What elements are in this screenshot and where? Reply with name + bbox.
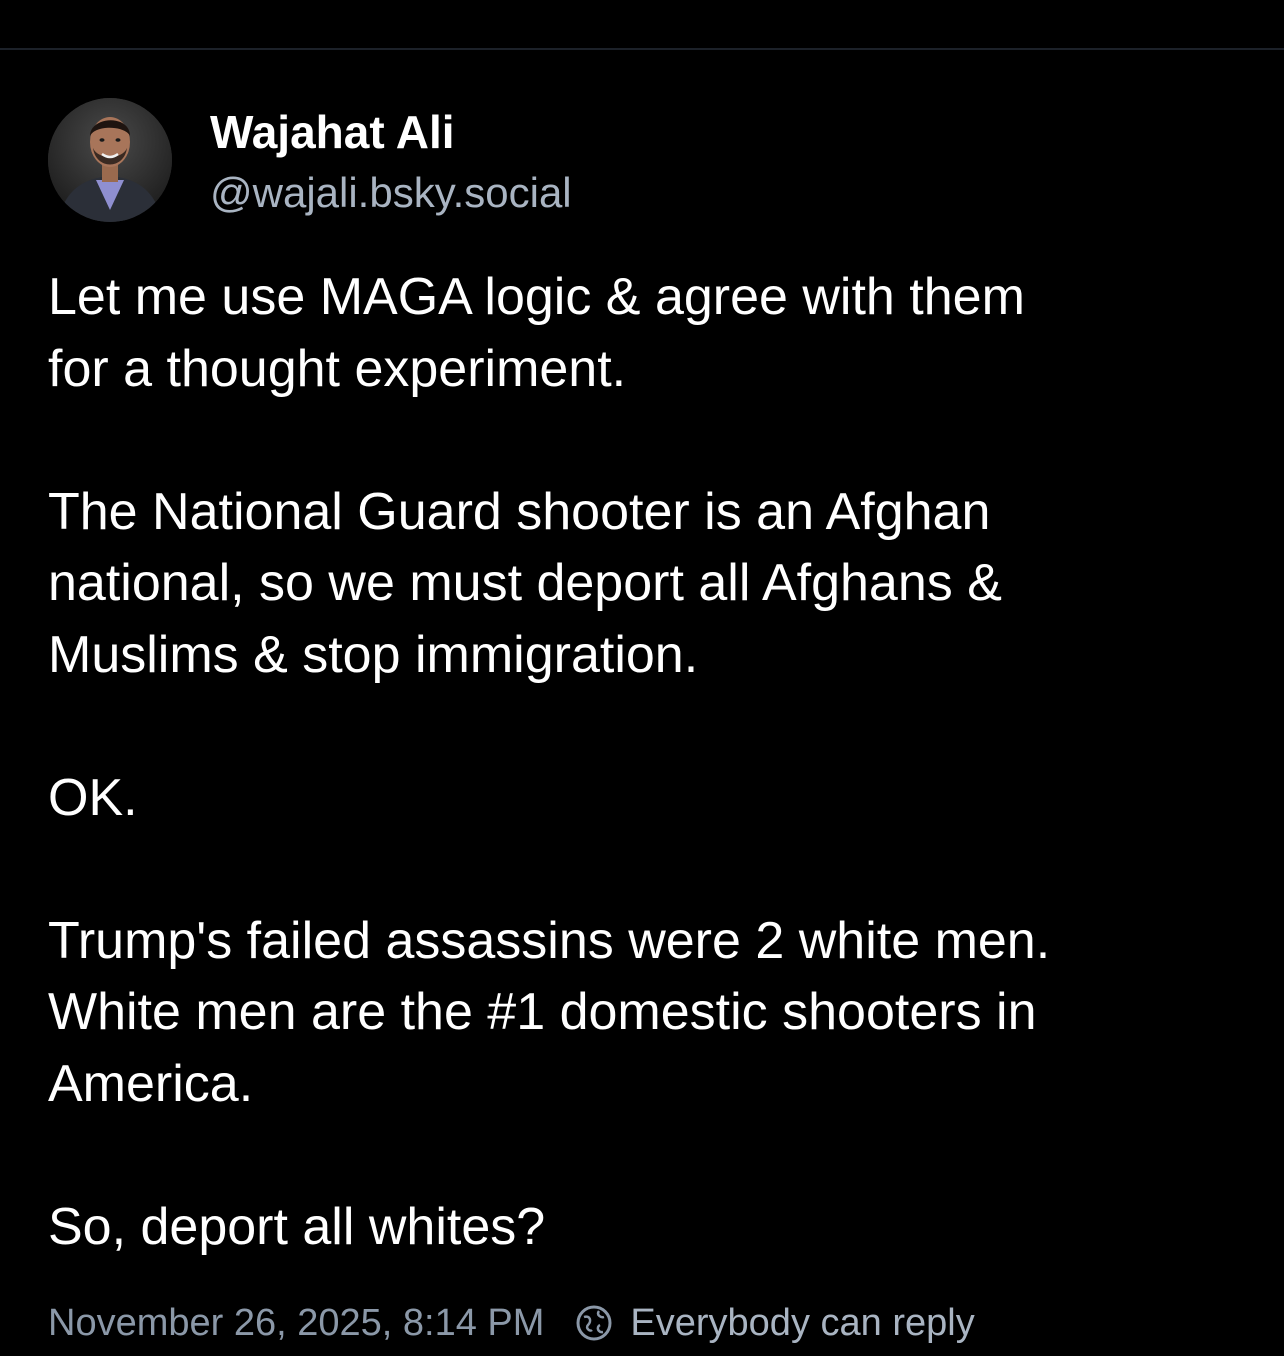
post-paragraph: Let me use MAGA logic & agree with them … <box>48 268 1025 398</box>
post-paragraph: The National Guard shooter is an Afghan … <box>48 482 1002 684</box>
post-paragraph: OK. <box>48 768 138 827</box>
post-meta-footer: November 26, 2025, 8:14 PM Everybody can… <box>48 1298 975 1348</box>
author-handle[interactable]: @wajali.bsky.social <box>210 167 572 219</box>
post-paragraph: So, deport all whites? <box>48 1197 546 1256</box>
reply-setting-label[interactable]: Everybody can reply <box>630 1302 974 1345</box>
avatar-image <box>48 98 172 222</box>
author-display-name[interactable]: Wajahat Ali <box>210 104 455 160</box>
post-timestamp[interactable]: November 26, 2025, 8:14 PM <box>48 1302 544 1345</box>
globe-icon <box>574 1303 614 1343</box>
avatar[interactable] <box>48 98 172 222</box>
post-paragraph: Trump's failed assassins were 2 white me… <box>48 911 1051 1113</box>
post-text: Let me use MAGA logic & agree with them … <box>48 262 1238 1263</box>
